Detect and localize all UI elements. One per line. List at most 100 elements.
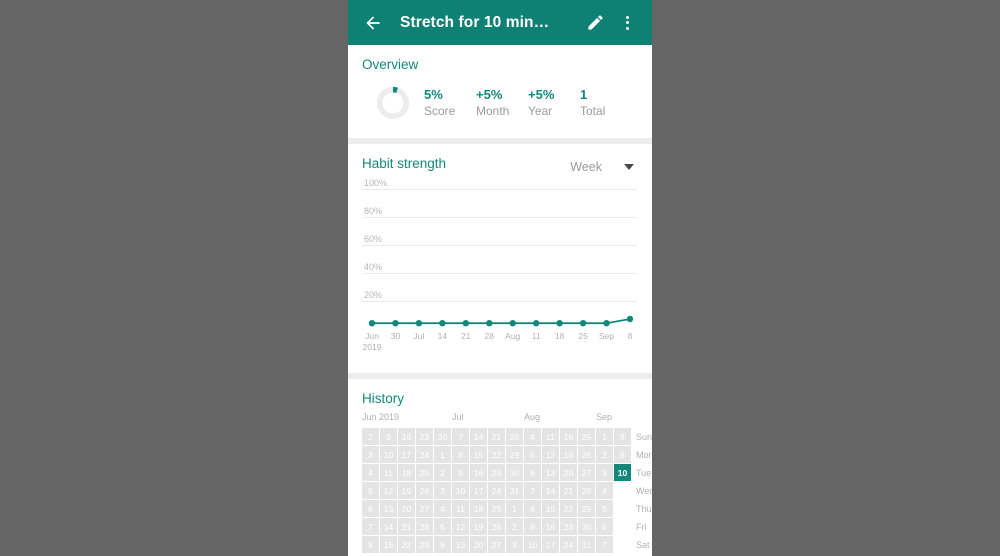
calendar-cell[interactable]: 5: [596, 500, 613, 517]
calendar-cell[interactable]: 11: [452, 500, 469, 517]
calendar-grid[interactable]: 2 9 16 23 30 7 14 21 28 4 11 18 25 1 8 3 10 17 24 1 8 15 22 29 5…: [362, 428, 631, 554]
calendar-cell[interactable]: 3: [506, 536, 523, 553]
calendar-cell[interactable]: 25: [488, 500, 505, 517]
calendar-cell[interactable]: 6: [524, 464, 541, 481]
calendar-cell[interactable]: 24: [416, 446, 433, 463]
calendar-cell[interactable]: 4: [362, 464, 379, 481]
calendar-cell[interactable]: 12: [452, 518, 469, 535]
calendar-cell[interactable]: 5: [434, 518, 451, 535]
calendar-cell[interactable]: 30: [506, 464, 523, 481]
calendar-cell[interactable]: 26: [578, 446, 595, 463]
calendar-cell[interactable]: 26: [488, 518, 505, 535]
calendar-cell[interactable]: 9: [524, 518, 541, 535]
calendar-cell[interactable]: 5: [362, 482, 379, 499]
calendar-cell[interactable]: 27: [578, 464, 595, 481]
calendar-cell[interactable]: 17: [470, 482, 487, 499]
calendar-cell[interactable]: 1: [596, 428, 613, 445]
calendar-cell[interactable]: 17: [542, 536, 559, 553]
calendar-cell[interactable]: 15: [542, 500, 559, 517]
calendar-cell[interactable]: 26: [416, 482, 433, 499]
calendar-cell[interactable]: 10: [524, 536, 541, 553]
calendar-cell[interactable]: 12: [542, 446, 559, 463]
calendar-cell[interactable]: 4: [434, 500, 451, 517]
calendar-cell[interactable]: 25: [416, 464, 433, 481]
calendar-cell[interactable]: 31: [506, 482, 523, 499]
calendar-cell[interactable]: 20: [560, 464, 577, 481]
calendar-cell[interactable]: 28: [578, 482, 595, 499]
calendar-cell[interactable]: 15: [470, 446, 487, 463]
calendar-cell-today[interactable]: 10: [614, 464, 631, 481]
calendar-cell[interactable]: 22: [560, 500, 577, 517]
calendar-cell[interactable]: 3: [434, 482, 451, 499]
calendar-cell[interactable]: 22: [488, 446, 505, 463]
overflow-menu-button[interactable]: [612, 8, 642, 38]
calendar-cell[interactable]: 16: [470, 464, 487, 481]
calendar-cell[interactable]: 27: [416, 500, 433, 517]
calendar-cell[interactable]: 6: [434, 536, 451, 553]
calendar-cell[interactable]: 7: [596, 536, 613, 553]
range-selector[interactable]: Week: [570, 160, 638, 174]
calendar-cell[interactable]: 21: [560, 482, 577, 499]
calendar-cell[interactable]: 29: [416, 536, 433, 553]
calendar-cell[interactable]: 29: [578, 500, 595, 517]
calendar-cell[interactable]: 2: [506, 518, 523, 535]
calendar-cell[interactable]: 2: [434, 464, 451, 481]
calendar-cell[interactable]: 20: [398, 500, 415, 517]
calendar-cell[interactable]: 3: [362, 446, 379, 463]
calendar-cell[interactable]: 19: [398, 482, 415, 499]
calendar-cell[interactable]: 25: [578, 428, 595, 445]
calendar-cell[interactable]: 12: [380, 482, 397, 499]
calendar-cell[interactable]: 5: [524, 446, 541, 463]
calendar-cell[interactable]: 1: [506, 500, 523, 517]
calendar-cell[interactable]: 14: [470, 428, 487, 445]
calendar-cell[interactable]: 6: [362, 500, 379, 517]
calendar-cell[interactable]: 24: [488, 482, 505, 499]
calendar-cell[interactable]: 7: [452, 428, 469, 445]
calendar-cell[interactable]: 18: [470, 500, 487, 517]
calendar-cell[interactable]: 11: [380, 464, 397, 481]
calendar-cell[interactable]: 24: [560, 536, 577, 553]
calendar-cell[interactable]: 27: [488, 536, 505, 553]
calendar-cell[interactable]: 11: [542, 428, 559, 445]
calendar-cell[interactable]: 7: [524, 482, 541, 499]
calendar-cell[interactable]: 14: [542, 482, 559, 499]
calendar-cell[interactable]: 13: [380, 500, 397, 517]
calendar-cell[interactable]: 19: [560, 446, 577, 463]
calendar-cell[interactable]: 2: [596, 446, 613, 463]
calendar-cell[interactable]: 30: [434, 428, 451, 445]
calendar-cell[interactable]: 8: [452, 446, 469, 463]
calendar-cell[interactable]: 30: [578, 518, 595, 535]
calendar-cell[interactable]: 2: [362, 428, 379, 445]
calendar-cell[interactable]: 9: [452, 464, 469, 481]
calendar-cell[interactable]: 8: [614, 428, 631, 445]
calendar-cell[interactable]: 16: [542, 518, 559, 535]
calendar-cell[interactable]: 10: [380, 446, 397, 463]
calendar-cell[interactable]: 19: [470, 518, 487, 535]
calendar-cell[interactable]: 23: [560, 518, 577, 535]
calendar-cell[interactable]: 23: [488, 464, 505, 481]
calendar-cell[interactable]: 9: [380, 428, 397, 445]
calendar-cell[interactable]: 13: [452, 536, 469, 553]
calendar-cell[interactable]: 28: [416, 518, 433, 535]
calendar-cell[interactable]: 4: [524, 428, 541, 445]
calendar-cell[interactable]: 3: [596, 464, 613, 481]
calendar-cell[interactable]: 8: [362, 536, 379, 553]
calendar-cell[interactable]: 7: [362, 518, 379, 535]
back-button[interactable]: [358, 8, 388, 38]
calendar-cell[interactable]: 31: [578, 536, 595, 553]
calendar-cell[interactable]: 10: [452, 482, 469, 499]
calendar-cell[interactable]: 6: [596, 518, 613, 535]
calendar-cell[interactable]: 4: [596, 482, 613, 499]
calendar-cell[interactable]: 21: [398, 518, 415, 535]
calendar-cell[interactable]: 16: [398, 428, 415, 445]
calendar-cell[interactable]: 9: [614, 446, 631, 463]
calendar-cell[interactable]: 28: [506, 428, 523, 445]
calendar-cell[interactable]: 23: [416, 428, 433, 445]
calendar-cell[interactable]: 29: [506, 446, 523, 463]
calendar-cell[interactable]: 17: [398, 446, 415, 463]
calendar-cell[interactable]: 13: [542, 464, 559, 481]
calendar-cell[interactable]: 15: [380, 536, 397, 553]
calendar-cell[interactable]: 20: [470, 536, 487, 553]
calendar-cell[interactable]: 18: [560, 428, 577, 445]
calendar-cell[interactable]: 8: [524, 500, 541, 517]
